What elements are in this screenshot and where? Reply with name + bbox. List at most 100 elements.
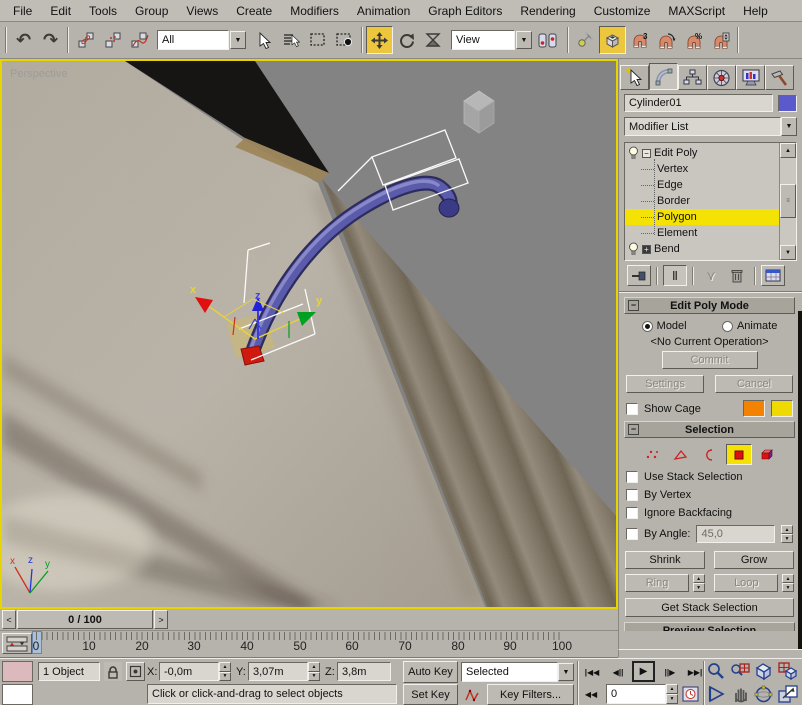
spinner-up[interactable]: ▲	[782, 574, 794, 583]
tab-motion[interactable]	[707, 65, 736, 90]
undo-button[interactable]: ↶	[10, 26, 37, 54]
scroll-up-button[interactable]: ▲	[780, 143, 796, 158]
previous-frame-tick-button[interactable]: <	[2, 610, 16, 629]
by-angle-field[interactable]: 45,0	[696, 525, 775, 543]
time-configuration-button[interactable]	[682, 685, 700, 703]
track-bar-ruler[interactable]: 0 10 20 30 40 50 60 70 80 90 100	[34, 631, 614, 656]
pan-view-button[interactable]	[730, 684, 751, 705]
menu-animation[interactable]: Animation	[348, 2, 419, 20]
spinner-up[interactable]: ▲	[308, 662, 320, 672]
grow-button[interactable]: Grow	[714, 551, 794, 569]
menu-help[interactable]: Help	[734, 2, 777, 20]
select-and-link-button[interactable]	[72, 26, 99, 54]
pin-stack-button[interactable]	[627, 265, 651, 286]
rectangular-selection-region-button[interactable]	[304, 26, 331, 54]
menu-tools[interactable]: Tools	[80, 2, 126, 20]
collapse-rollout-icon[interactable]: −	[628, 300, 639, 311]
expand-icon[interactable]: +	[642, 245, 651, 254]
bind-to-space-warp-button[interactable]	[126, 26, 153, 54]
angle-snap-toggle-button[interactable]	[653, 26, 680, 54]
preview-selection-header-partial[interactable]: Preview Selection	[624, 622, 795, 631]
x-spinner[interactable]: ▲▼	[219, 662, 231, 681]
track-bar[interactable]: 0 10 20 30 40 50 60 70 80 90 100	[0, 631, 618, 658]
key-filters-button[interactable]: Key Filters...	[487, 684, 574, 705]
select-and-move-button[interactable]	[366, 26, 393, 54]
zoom-extents-button[interactable]	[753, 661, 774, 685]
loop-button[interactable]: Loop	[714, 574, 778, 592]
use-stack-selection-row[interactable]: Use Stack Selection	[626, 471, 793, 483]
spinner-down[interactable]: ▼	[666, 694, 678, 704]
stack-item-edit-poly[interactable]: − Edit Poly	[625, 145, 779, 161]
spinner-up[interactable]: ▲	[219, 662, 231, 672]
menu-modifiers[interactable]: Modifiers	[281, 2, 348, 20]
checkbox[interactable]	[626, 489, 638, 501]
object-color-swatch[interactable]	[778, 95, 797, 112]
window-crossing-toggle-button[interactable]	[331, 26, 358, 54]
time-slider[interactable]: 0 / 100	[17, 610, 153, 629]
unlink-selection-button[interactable]	[99, 26, 126, 54]
set-key-button[interactable]: Set Key	[403, 684, 458, 705]
menu-create[interactable]: Create	[227, 2, 281, 20]
polygon-subobject-button[interactable]	[726, 444, 752, 465]
model-radio[interactable]: Model	[642, 320, 687, 332]
select-and-scale-button[interactable]	[420, 26, 447, 54]
stack-item-bend[interactable]: + Bend	[625, 241, 779, 257]
cancel-button[interactable]: Cancel	[715, 375, 793, 393]
edge-subobject-button[interactable]	[668, 444, 694, 465]
zoom-extents-all-button[interactable]	[777, 661, 799, 685]
key-mode-dropdown[interactable]: Selected	[461, 662, 558, 682]
previous-frame-button[interactable]: ◀||	[606, 662, 630, 682]
stack-scrollbar[interactable]: ▲ ≡ ▼	[779, 143, 796, 260]
spinner-up[interactable]: ▲	[693, 574, 705, 583]
selection-filter-dropdown[interactable]: All	[157, 30, 229, 50]
selection-lock-toggle[interactable]	[104, 662, 122, 681]
maxscript-macro-recorder-field[interactable]	[2, 661, 33, 682]
arc-rotate-button[interactable]	[753, 684, 774, 705]
go-to-start-button[interactable]: |◀◀	[580, 662, 604, 682]
select-object-button[interactable]	[250, 26, 277, 54]
zoom-all-button[interactable]	[730, 661, 751, 685]
spinner-down[interactable]: ▼	[308, 672, 320, 682]
x-coordinate-field[interactable]: -0,0m	[159, 662, 219, 681]
menu-maxscript[interactable]: MAXScript	[659, 2, 734, 20]
next-frame-tick-button[interactable]: >	[154, 610, 168, 629]
tab-utilities[interactable]	[765, 65, 794, 90]
tab-create[interactable]	[620, 65, 649, 90]
percent-snap-toggle-button[interactable]: %	[680, 26, 707, 54]
select-and-rotate-button[interactable]	[393, 26, 420, 54]
reference-coordinate-system-dropdown[interactable]: View	[451, 30, 515, 50]
menu-group[interactable]: Group	[126, 2, 177, 20]
use-pivot-point-center-button[interactable]	[532, 26, 564, 54]
scroll-thumb[interactable]: ≡	[780, 184, 796, 218]
show-end-result-button[interactable]: ‖	[663, 265, 687, 286]
checkbox[interactable]	[626, 507, 638, 519]
by-angle-checkbox[interactable]	[626, 528, 638, 540]
snaps-toggle-button[interactable]: 3	[626, 26, 653, 54]
stack-item-border[interactable]: Border	[625, 193, 779, 209]
remove-modifier-button[interactable]	[725, 265, 749, 286]
spinner-down[interactable]: ▼	[782, 583, 794, 592]
by-vertex-row[interactable]: By Vertex	[626, 489, 793, 501]
spinner-down[interactable]: ▼	[693, 583, 705, 592]
shrink-button[interactable]: Shrink	[625, 551, 705, 569]
loop-spinner[interactable]: ▲▼	[782, 574, 794, 592]
stack-item-vertex[interactable]: Vertex	[625, 161, 779, 177]
cage-color-swatch[interactable]	[743, 400, 765, 417]
animate-radio[interactable]: Animate	[722, 320, 777, 332]
spinner-snap-toggle-button[interactable]	[707, 26, 734, 54]
redo-button[interactable]: ↷	[37, 26, 64, 54]
play-animation-button[interactable]: ▶	[632, 661, 655, 682]
commit-button[interactable]: Commit	[662, 351, 758, 369]
ignore-backfacing-row[interactable]: Ignore Backfacing	[626, 507, 793, 519]
ring-spinner[interactable]: ▲▼	[693, 574, 705, 592]
ring-button[interactable]: Ring	[625, 574, 689, 592]
perspective-viewport[interactable]: x y z x z y Perspective	[0, 59, 618, 609]
object-name-field[interactable]: Cylinder01	[624, 94, 773, 112]
frame-spinner[interactable]: ▲▼	[666, 684, 678, 704]
selection-filter-arrow[interactable]: ▼	[230, 31, 246, 49]
tab-hierarchy[interactable]	[678, 65, 707, 90]
y-spinner[interactable]: ▲▼	[308, 662, 320, 681]
modifier-list-arrow[interactable]: ▼	[781, 117, 797, 136]
settings-button[interactable]: Settings	[626, 375, 704, 393]
key-mode-arrow[interactable]: ▼	[558, 663, 574, 681]
